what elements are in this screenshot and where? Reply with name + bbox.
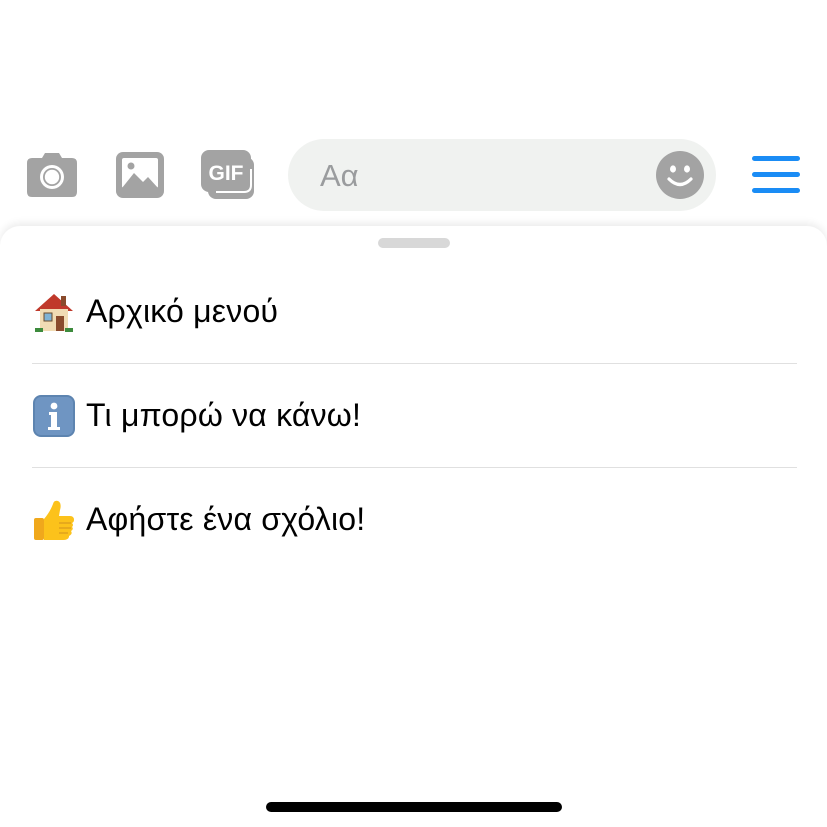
sheet-grabber[interactable]: [378, 238, 450, 248]
menu-sheet: Αρχικό μενού Τι μπορώ να κάνω! Αφήστε έν…: [0, 226, 827, 827]
messenger-screen: GIF Aα Αρχικό μενού Τι μπορώ να κάνω! Αφ…: [0, 0, 827, 827]
gif-button[interactable]: GIF: [200, 148, 256, 202]
thumbs-up-icon: [32, 498, 76, 542]
menu-item-leave-comment[interactable]: Αφήστε ένα σχόλιο!: [32, 468, 797, 571]
persistent-menu-button[interactable]: [748, 154, 804, 196]
emoji-button[interactable]: [656, 151, 704, 199]
home-indicator[interactable]: [266, 802, 562, 812]
photo-button[interactable]: [112, 148, 168, 202]
gif-label: GIF: [209, 162, 244, 185]
hamburger-menu-icon: [752, 156, 800, 193]
menu-item-label: Αρχικό μενού: [86, 293, 279, 329]
menu-item-label: Τι μπορώ να κάνω!: [86, 397, 362, 433]
menu-list: Αρχικό μενού Τι μπορώ να κάνω! Αφήστε έν…: [32, 260, 797, 571]
menu-item-home[interactable]: Αρχικό μενού: [32, 260, 797, 364]
message-input[interactable]: [318, 153, 642, 199]
message-composer: GIF: [0, 138, 827, 212]
camera-button[interactable]: [24, 148, 80, 202]
info-icon: [32, 394, 76, 438]
photo-icon: [116, 152, 164, 198]
message-input-container: [288, 139, 716, 211]
menu-item-label: Αφήστε ένα σχόλιο!: [86, 501, 366, 537]
house-icon: [32, 290, 76, 334]
menu-item-what-can-i-do[interactable]: Τι μπορώ να κάνω!: [32, 364, 797, 468]
gif-icon: GIF: [201, 150, 254, 199]
camera-icon: [27, 153, 77, 197]
smiley-icon: [656, 151, 704, 199]
